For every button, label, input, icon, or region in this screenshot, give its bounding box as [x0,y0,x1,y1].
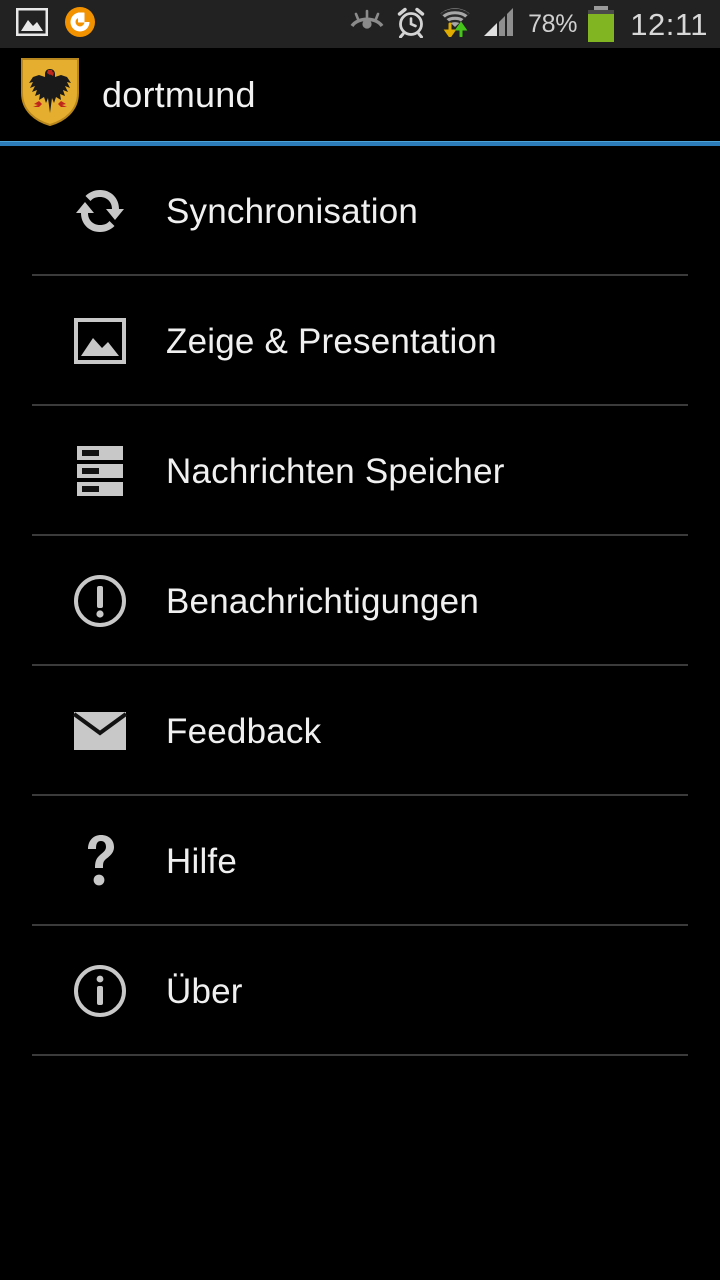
sync-icon [68,179,132,243]
status-bar-right-icons: 78% 12:11 [350,6,708,43]
list-item-label: Über [166,971,243,1011]
settings-list: Synchronisation Zeige & Presentation Nac… [0,146,720,1056]
list-item-label: Benachrichtigungen [166,581,479,621]
app-header: dortmund [0,48,720,141]
question-mark-icon [68,829,132,893]
status-bar[interactable]: 78% 12:11 [0,0,720,48]
storage-icon [68,439,132,503]
list-item-hilfe[interactable]: Hilfe [0,796,720,926]
wifi-data-transfer-icon [438,7,472,42]
list-item-label: Nachrichten Speicher [166,451,505,491]
list-item-ueber[interactable]: Über [0,926,720,1056]
smart-stay-eye-icon [350,9,384,40]
status-bar-clock: 12:11 [630,6,708,42]
list-item-nachrichten-speicher[interactable]: Nachrichten Speicher [0,406,720,536]
alert-circle-icon [68,569,132,633]
list-item-label: Hilfe [166,841,238,881]
list-item-benachrichtigungen[interactable]: Benachrichtigungen [0,536,720,666]
envelope-icon [68,699,132,763]
screenshot-image-icon [15,7,49,41]
app-notification-icon [64,6,96,43]
list-item-zeige-presentation[interactable]: Zeige & Presentation [0,276,720,406]
battery-percent-label: 78% [528,9,578,38]
info-circle-icon [68,959,132,1023]
battery-icon [588,6,615,42]
app-title: dortmund [102,73,256,115]
list-item-label: Zeige & Presentation [166,321,497,361]
status-bar-left-icons [15,6,96,43]
dortmund-coat-of-arms-logo[interactable] [20,57,80,132]
list-item-label: Feedback [166,711,322,751]
image-icon [68,309,132,373]
list-item-synchronisation[interactable]: Synchronisation [0,146,720,276]
alarm-clock-icon [395,6,427,43]
signal-bars-icon [483,7,517,42]
list-item-feedback[interactable]: Feedback [0,666,720,796]
list-item-label: Synchronisation [166,191,419,231]
